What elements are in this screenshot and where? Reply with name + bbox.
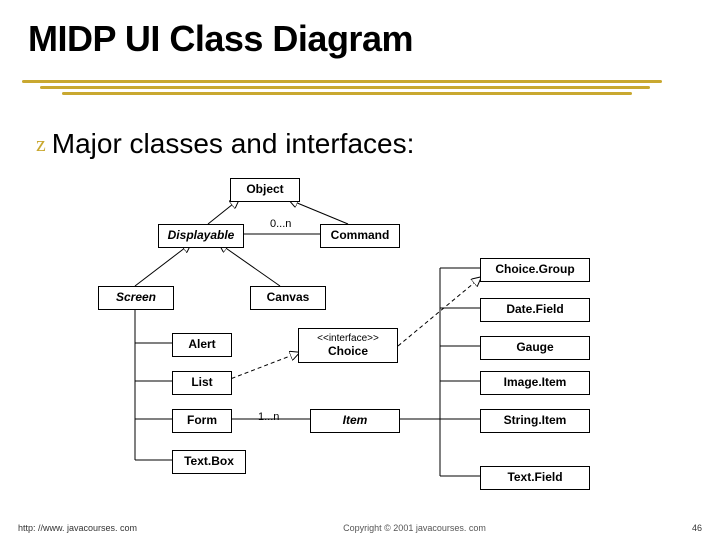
class-canvas: Canvas <box>250 286 326 310</box>
class-screen: Screen <box>98 286 174 310</box>
uml-diagram: Object Displayable Command Screen Canvas… <box>80 178 680 498</box>
class-textfield: Text.Field <box>480 466 590 490</box>
footer-page: 46 <box>692 523 702 533</box>
footer-copyright: Copyright © 2001 javacourses. com <box>343 523 486 533</box>
slide-title: MIDP UI Class Diagram <box>0 0 720 68</box>
class-list: List <box>172 371 232 395</box>
choice-stereotype: <<interface>> <box>305 333 391 345</box>
class-item: Item <box>310 409 400 433</box>
label-one-n: 1...n <box>258 411 279 423</box>
class-imageitem: Image.Item <box>480 371 590 395</box>
class-alert: Alert <box>172 333 232 357</box>
title-underline <box>22 80 682 102</box>
label-zero-n: 0...n <box>270 218 291 230</box>
class-command: Command <box>320 224 400 248</box>
bullet-major-classes: z Major classes and interfaces: <box>36 128 414 160</box>
class-gauge: Gauge <box>480 336 590 360</box>
class-displayable: Displayable <box>158 224 244 248</box>
class-stringitem: String.Item <box>480 409 590 433</box>
class-textbox: Text.Box <box>172 450 246 474</box>
choice-name: Choice <box>305 345 391 359</box>
class-choicegroup: Choice.Group <box>480 258 590 282</box>
class-datefield: Date.Field <box>480 298 590 322</box>
footer-url: http: //www. javacourses. com <box>18 523 137 533</box>
slide-footer: http: //www. javacourses. com Copyright … <box>0 516 720 540</box>
class-form: Form <box>172 409 232 433</box>
class-choice: <<interface>> Choice <box>298 328 398 363</box>
bullet-icon: z <box>36 131 46 157</box>
class-object: Object <box>230 178 300 202</box>
bullet-text: Major classes and interfaces: <box>52 128 415 160</box>
